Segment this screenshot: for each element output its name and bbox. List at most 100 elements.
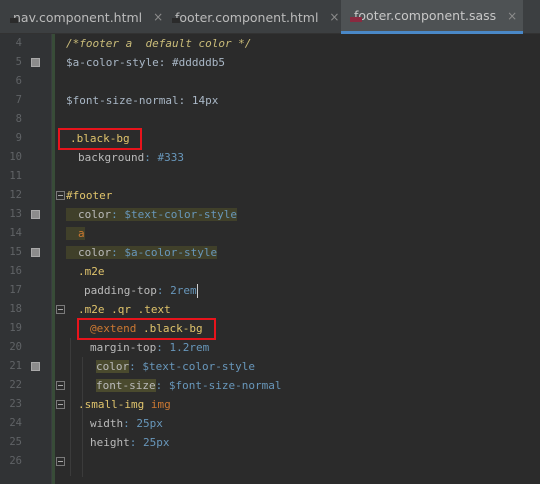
line-number: 9: [15, 132, 22, 144]
line-number: 18: [9, 303, 22, 315]
close-icon[interactable]: ×: [329, 10, 339, 24]
code-property: color: [78, 246, 112, 259]
line-number: 24: [9, 417, 22, 429]
code-line: margin-top: 1.2rem: [66, 338, 540, 357]
code-property: font-size: [96, 379, 156, 392]
fold-collapse-icon[interactable]: [56, 400, 65, 409]
code-line: $a-color-style: #dddddb5: [66, 53, 540, 72]
indent-guide: [82, 357, 83, 477]
code-editor[interactable]: 4 5 6 7 8 9 10 11 12 13 14 15 16 17 18 1…: [0, 34, 540, 484]
code-property: height: [90, 436, 130, 449]
code-line: /*footer a default color */: [66, 34, 540, 53]
indent-guide: [70, 338, 71, 476]
code-line: background: #333: [66, 148, 540, 167]
line-number: 4: [15, 37, 22, 49]
code-selector: .m2e: [78, 265, 105, 278]
text-cursor: [196, 284, 198, 298]
code-line: font-size: $font-size-normal: [66, 376, 540, 395]
code-line: height: 25px: [66, 433, 540, 452]
color-preview-icon[interactable]: [31, 210, 40, 219]
highlight-box-extend: [77, 318, 216, 340]
line-number: 25: [9, 436, 22, 448]
tab-footer-component-html[interactable]: footer.component.html ×: [162, 0, 340, 34]
code-selector: #footer: [66, 189, 113, 202]
tab-label: footer.component.sass: [354, 8, 497, 23]
color-preview-icon[interactable]: [31, 362, 40, 371]
code-variable: $font-size-normal: [66, 94, 179, 107]
code-comment: /*footer a default color */: [66, 37, 252, 50]
line-number: 20: [9, 341, 22, 353]
line-number: 5: [15, 56, 22, 68]
close-icon[interactable]: ×: [507, 9, 517, 23]
fold-collapse-icon[interactable]: [56, 457, 65, 466]
tab-label: footer.component.html: [175, 9, 319, 25]
line-number: 16: [9, 265, 22, 277]
code-selector: .m2e .qr .text: [78, 303, 171, 316]
color-preview-icon[interactable]: [31, 58, 40, 67]
code-tag: img: [144, 398, 171, 411]
line-number: 7: [15, 94, 22, 106]
code-line: $font-size-normal: 14px: [66, 91, 540, 110]
code-property: color: [96, 360, 130, 373]
code-value: : $text-color-style: [111, 208, 237, 221]
line-number: 15: [9, 246, 22, 258]
code-value: : 25px: [123, 417, 163, 430]
code-area[interactable]: /*footer a default color */ $a-color-sty…: [66, 34, 540, 477]
code-property: width: [90, 417, 124, 430]
code-value: : 1.2rem: [156, 341, 210, 354]
line-number: 6: [15, 75, 22, 87]
line-number: 23: [9, 398, 22, 410]
line-number: 12: [9, 189, 22, 201]
line-number: 19: [9, 322, 22, 334]
code-value: : $font-size-normal: [155, 379, 282, 392]
code-line: color: $text-color-style: [66, 205, 540, 224]
line-number: 11: [9, 170, 22, 182]
line-numbers: 4 5 6 7 8 9 10 11 12 13 14 15 16 17 18 1…: [0, 34, 22, 471]
tab-nav-component-html[interactable]: nav.component.html ×: [0, 0, 163, 34]
code-value: : 14px: [178, 94, 219, 107]
code-line: padding-top: 2rem: [66, 281, 540, 300]
line-number: 8: [15, 113, 22, 125]
code-line: .small-img img: [66, 395, 540, 414]
code-line: a: [66, 224, 540, 243]
editor-gutter: 4 5 6 7 8 9 10 11 12 13 14 15 16 17 18 1…: [0, 34, 52, 484]
code-value: : $a-color-style: [111, 246, 218, 259]
code-selector: .small-img: [78, 398, 145, 411]
fold-collapse-icon[interactable]: [56, 191, 65, 200]
color-preview-icon[interactable]: [31, 248, 40, 257]
code-property: background: [78, 151, 145, 164]
code-selector: a: [78, 227, 85, 240]
code-value: : #333: [144, 151, 184, 164]
code-property: padding-top: [84, 284, 157, 297]
line-number: 13: [9, 208, 22, 220]
line-number: 22: [9, 379, 22, 391]
code-property: margin-top: [90, 341, 157, 354]
code-line: color: $text-color-style: [66, 357, 540, 376]
tab-footer-component-sass[interactable]: footer.component.sass ×: [341, 0, 523, 34]
fold-collapse-icon[interactable]: [56, 381, 65, 390]
fold-collapse-icon[interactable]: [56, 305, 65, 314]
vcs-change-bar: [52, 34, 55, 484]
line-number: 14: [9, 227, 22, 239]
code-line: .m2e: [66, 262, 540, 281]
code-line: #footer: [66, 186, 540, 205]
code-line: color: $a-color-style: [66, 243, 540, 262]
highlight-box-black-bg: [58, 128, 142, 150]
code-value: : #dddddb5: [158, 56, 225, 69]
line-number: 21: [9, 360, 22, 372]
code-line: width: 25px: [66, 414, 540, 433]
tab-label: nav.component.html: [13, 9, 143, 25]
line-number: 10: [9, 151, 22, 163]
code-line: .m2e .qr .text: [66, 300, 540, 319]
line-number: 17: [9, 284, 22, 296]
line-number: 26: [9, 455, 22, 467]
code-value: : 2rem: [156, 284, 197, 297]
code-property: color: [78, 208, 112, 221]
editor-tab-bar: nav.component.html × footer.component.ht…: [0, 0, 540, 34]
code-variable: $a-color-style: [66, 56, 159, 69]
code-value: : 25px: [129, 436, 170, 449]
